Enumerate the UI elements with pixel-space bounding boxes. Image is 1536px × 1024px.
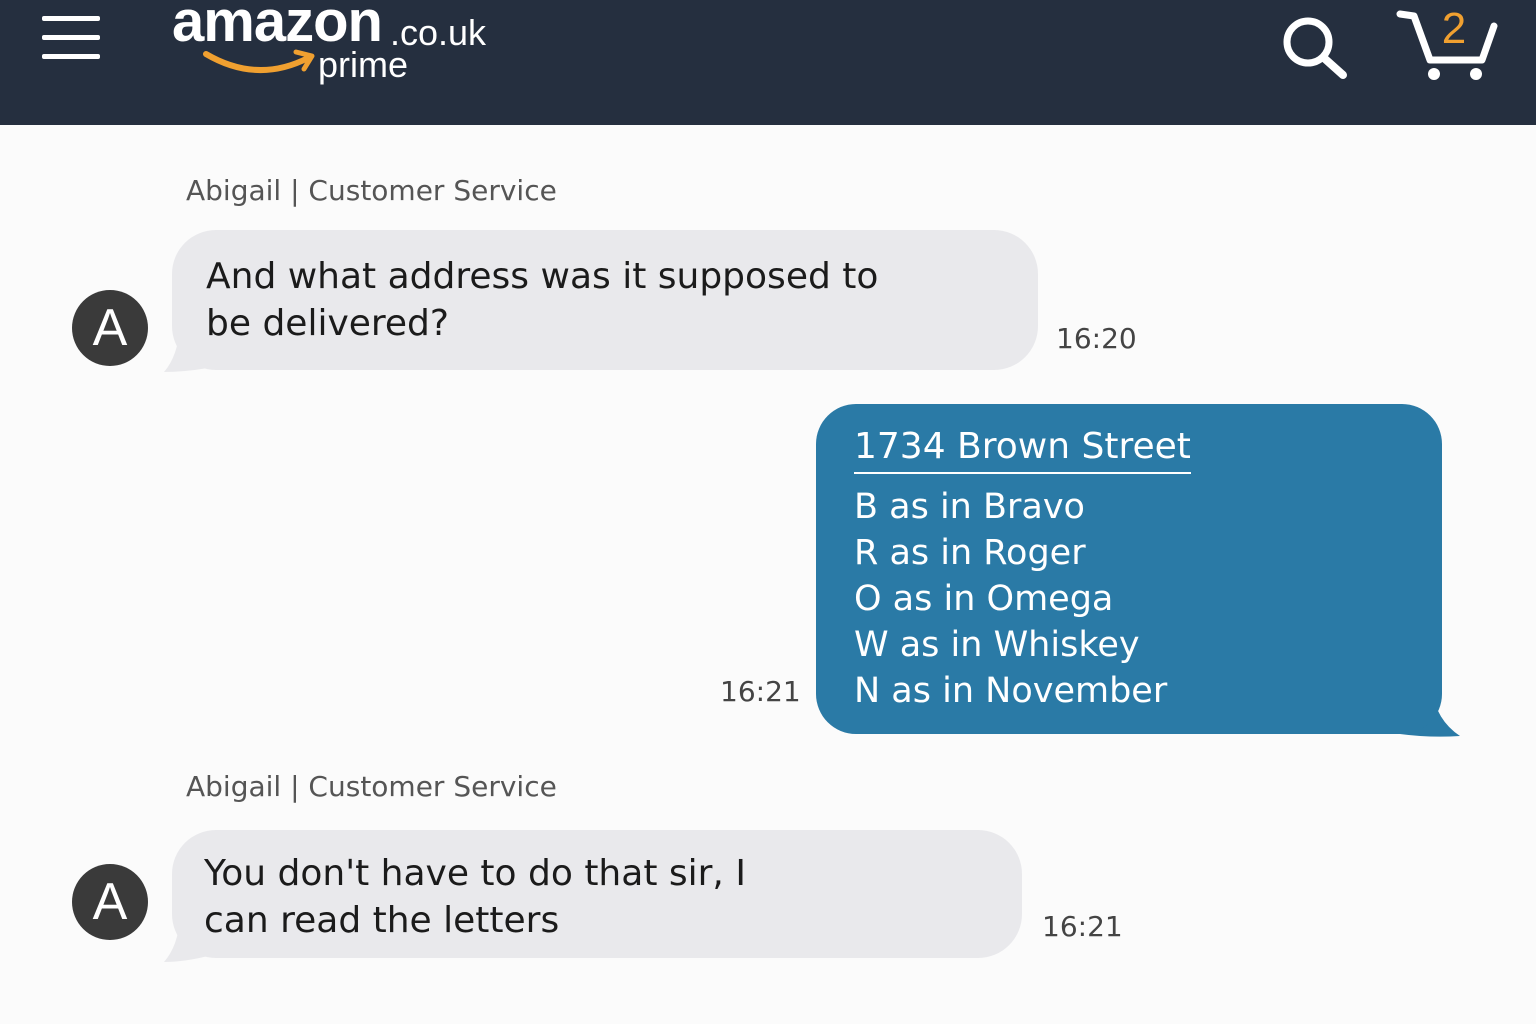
message-line: W as in Whiskey — [854, 625, 1140, 665]
message-timestamp: 16:21 — [1042, 910, 1123, 943]
avatar: A — [72, 864, 148, 940]
message-line: You don't have to do that sir, I — [204, 853, 746, 894]
sender-name: Abigail | Customer Service — [186, 174, 557, 207]
sender-name: Abigail | Customer Service — [186, 770, 557, 803]
menu-icon[interactable] — [42, 16, 100, 60]
message-line: can read the letters — [204, 900, 560, 941]
cart-button[interactable]: 2 — [1396, 4, 1500, 86]
message-line: O as in Omega — [854, 579, 1114, 619]
cart-count-badge: 2 — [1441, 4, 1467, 53]
message-line: B as in Bravo — [854, 487, 1085, 527]
top-nav-bar: amazon .co.uk prime 2 — [0, 0, 1536, 125]
avatar: A — [72, 290, 148, 366]
incoming-message-bubble: You don't have to do that sir, I can rea… — [172, 830, 1022, 958]
message-line: N as in November — [854, 671, 1168, 711]
search-icon[interactable] — [1280, 14, 1350, 80]
smile-arrow-icon — [203, 49, 315, 74]
logo-prime: prime — [318, 44, 409, 85]
message-timestamp: 16:21 — [720, 675, 801, 708]
outgoing-message-bubble: 1734 Brown Street B as in Bravo R as in … — [816, 404, 1442, 734]
message-line: And what address was it supposed to — [206, 256, 879, 297]
address-heading: 1734 Brown Street — [854, 424, 1191, 474]
amazon-prime-logo[interactable]: amazon .co.uk prime — [172, 0, 502, 100]
incoming-message-bubble: And what address was it supposed to be d… — [172, 230, 1038, 370]
message-line: R as in Roger — [854, 533, 1086, 573]
message-line: be delivered? — [206, 303, 450, 344]
message-timestamp: 16:20 — [1056, 322, 1137, 355]
